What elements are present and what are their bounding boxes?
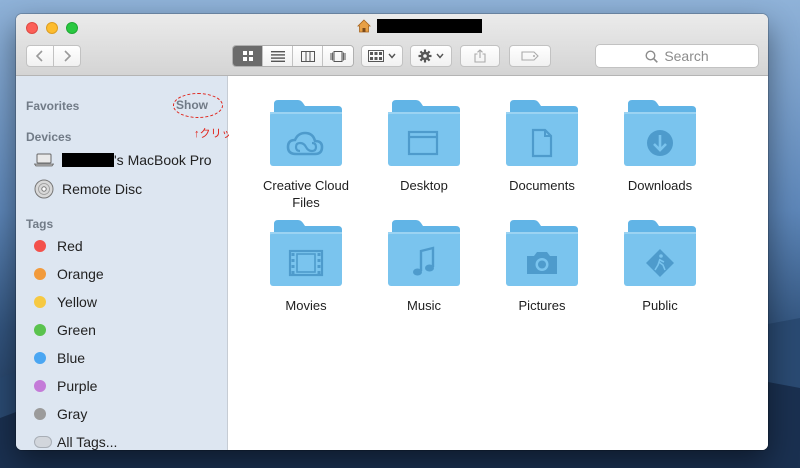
folder-public[interactable]: Public [606, 216, 714, 314]
group-by-button[interactable] [361, 45, 403, 67]
share-icon [474, 49, 486, 63]
column-view-button[interactable] [293, 46, 323, 66]
folder-label: Pictures [518, 298, 566, 313]
sidebar-item-label: Purple [57, 378, 98, 394]
tag-color-dot-icon [34, 352, 46, 364]
folder-label: Downloads [627, 178, 693, 193]
zoom-window-button[interactable] [66, 22, 78, 34]
search-field[interactable]: Search [595, 44, 759, 68]
minimize-window-button[interactable] [46, 22, 58, 34]
folder-label: Public [642, 298, 678, 313]
close-window-button[interactable] [26, 22, 38, 34]
sidebar-item-remote-disc[interactable]: Remote Disc [34, 179, 142, 199]
cover-flow-icon [330, 50, 346, 62]
list-icon [270, 50, 285, 62]
tag-color-dot-icon [34, 324, 46, 336]
sidebar-item-label: Gray [57, 406, 88, 422]
folder-pictures[interactable]: Pictures [488, 216, 596, 314]
tag-color-dot-icon [34, 268, 46, 280]
sidebar-section-devices: Devices [26, 130, 72, 144]
folder-label: Documents [509, 178, 575, 193]
download-icon [647, 130, 673, 156]
chevron-right-icon [64, 50, 72, 62]
share-button[interactable] [460, 45, 500, 67]
list-view-button[interactable] [263, 46, 293, 66]
sidebar-tag-yellow[interactable]: Yellow [34, 294, 97, 310]
tag-icon [521, 51, 539, 61]
disc-icon [34, 179, 54, 199]
sidebar-item-label: Green [57, 322, 96, 338]
edit-tags-button[interactable] [509, 45, 551, 67]
laptop-icon [34, 153, 54, 167]
folder-icon [506, 220, 578, 286]
folder-label: Desktop [400, 178, 448, 193]
sidebar: Favorites Show ↑クリック Devices 's MacBook … [16, 76, 244, 450]
folder-movies[interactable]: Movies [252, 216, 360, 314]
finder-window: Search Favorites Show ↑クリック Devices 's M… [16, 14, 768, 450]
folder-icon [270, 220, 342, 286]
folder-label: Movies [285, 298, 327, 313]
cover-flow-view-button[interactable] [323, 46, 353, 66]
forward-button[interactable] [53, 45, 81, 67]
chevron-down-icon [388, 53, 396, 59]
sidebar-item-macbook[interactable]: 's MacBook Pro [34, 152, 212, 168]
grid-icon [242, 51, 253, 61]
title-bar: Search [16, 14, 768, 76]
sidebar-item-label: Blue [57, 350, 86, 366]
gear-icon [418, 49, 432, 63]
folder-label: Creative Cloud Files [263, 178, 349, 210]
folder-icon [624, 100, 696, 166]
sidebar-section-favorites: Favorites [26, 99, 80, 113]
tag-color-dot-icon [34, 380, 46, 392]
redacted-title-text [377, 19, 482, 33]
folder-content-area: Creative Cloud Files Desktop Documents Down… [229, 76, 768, 450]
folder-documents[interactable]: Documents [488, 96, 596, 194]
sidebar-item-label: Red [57, 238, 83, 254]
folder-icon [270, 100, 342, 166]
sidebar-tag-blue[interactable]: Blue [34, 350, 85, 366]
sidebar-tag-gray[interactable]: Gray [34, 406, 87, 422]
columns-icon [300, 50, 315, 62]
folder-creative-cloud-files[interactable]: Creative Cloud Files [252, 96, 360, 211]
sidebar-item-label: Yellow [57, 294, 97, 310]
arrange-grid-icon [368, 50, 384, 62]
search-placeholder: Search [664, 48, 709, 64]
sidebar-tag-green[interactable]: Green [34, 322, 96, 338]
sidebar-item-label: 's MacBook Pro [114, 152, 212, 168]
folder-icon [506, 100, 578, 166]
sidebar-item-label: Remote Disc [62, 181, 143, 197]
back-button[interactable] [26, 45, 54, 67]
home-icon [357, 19, 371, 33]
folder-icon [624, 220, 696, 286]
sidebar-tag-orange[interactable]: Orange [34, 266, 104, 282]
all-tags-icon [34, 436, 52, 448]
folder-label: Music [407, 298, 441, 313]
folder-icon [388, 220, 460, 286]
sidebar-item-label: Orange [57, 266, 104, 282]
folder-music[interactable]: Music [370, 216, 478, 314]
tag-color-dot-icon [34, 408, 46, 420]
view-mode-selector [232, 45, 354, 67]
window-title [357, 19, 482, 33]
sidebar-tag-all-tags[interactable]: All Tags... [34, 434, 117, 450]
chevron-left-icon [35, 50, 43, 62]
magnifying-glass-icon [645, 49, 659, 63]
sidebar-item-label: All Tags... [57, 434, 118, 450]
folder-downloads[interactable]: Downloads [606, 96, 714, 194]
tag-color-dot-icon [34, 296, 46, 308]
chevron-down-icon [436, 53, 444, 59]
sidebar-tag-red[interactable]: Red [34, 238, 83, 254]
folder-icon [388, 100, 460, 166]
folder-desktop[interactable]: Desktop [370, 96, 478, 194]
sidebar-section-tags: Tags [26, 217, 54, 231]
redacted-user-name [62, 153, 114, 167]
icon-view-button[interactable] [233, 46, 263, 66]
favorites-show-button[interactable]: Show [176, 98, 208, 112]
sidebar-tag-purple[interactable]: Purple [34, 378, 97, 394]
action-menu-button[interactable] [410, 45, 452, 67]
tag-color-dot-icon [34, 240, 46, 252]
